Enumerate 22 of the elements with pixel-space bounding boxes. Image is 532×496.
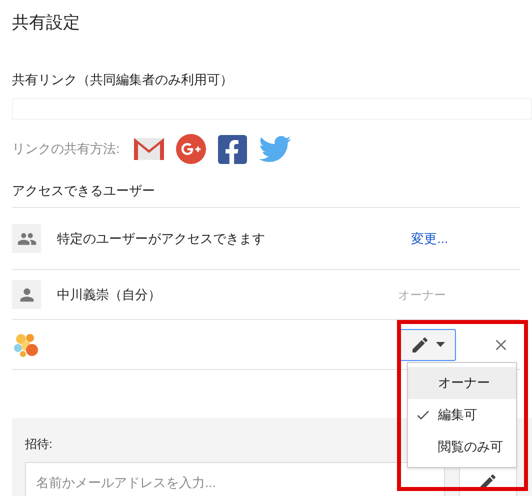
mail-icon[interactable] [134, 138, 164, 160]
share-label: リンクの共有方法: [12, 140, 120, 158]
menu-item[interactable]: オーナー [408, 367, 516, 399]
invite-field[interactable]: 名前かメールアドレスを入力... [25, 462, 445, 496]
menu-item[interactable]: 閲覧のみ可 [408, 431, 516, 463]
group-icon [12, 224, 41, 253]
invite-label: 招待: [25, 437, 52, 451]
google-plus-icon[interactable] [176, 134, 206, 164]
menu-item[interactable]: 編集可 [408, 399, 516, 431]
role-label: オーナー [398, 286, 446, 304]
pencil-icon [410, 334, 430, 354]
person-icon [12, 280, 41, 309]
caret-icon [436, 342, 444, 347]
access-description: 特定のユーザーがアクセスできます [57, 230, 265, 246]
section-label: アクセスできるユーザー [12, 183, 155, 198]
user-name: 中川義崇（自分） [57, 286, 162, 304]
section-label: 共有リンク（共同編集者のみ利用可） [12, 72, 233, 87]
bird-icon[interactable] [258, 133, 291, 165]
change-link[interactable]: 変更... [411, 228, 448, 248]
facebook-icon[interactable] [218, 134, 247, 164]
dialog-title: 共有設定 [12, 12, 80, 34]
permission-dropdown[interactable] [398, 328, 456, 360]
